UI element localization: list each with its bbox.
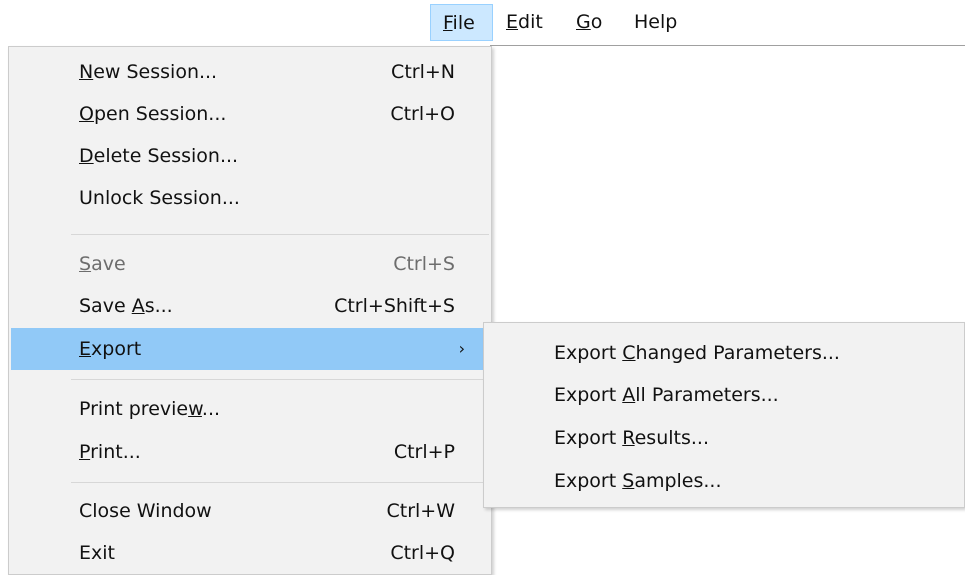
label-accesskey: A xyxy=(622,384,636,406)
label-pre: Export xyxy=(554,427,623,449)
menu-help[interactable]: Help xyxy=(628,4,690,41)
menu-edit-post: dit xyxy=(518,11,543,33)
menu-edit[interactable]: Edit xyxy=(500,4,562,41)
submenu-item-label: Export Samples... xyxy=(554,461,722,501)
label-post: amples... xyxy=(634,470,722,492)
label-accesskey: S xyxy=(622,470,635,492)
label-post: rint... xyxy=(90,441,141,463)
shortcut-text: Ctrl+O xyxy=(390,103,455,125)
menu-go-post: o xyxy=(590,11,603,33)
menu-help-label: Help xyxy=(634,11,678,33)
label-accesskey: O xyxy=(79,103,94,125)
label-accesskey: N xyxy=(79,61,94,83)
label-pre: Print previe xyxy=(79,398,189,420)
menu-item-exit[interactable]: Exit Ctrl+Q xyxy=(11,532,489,574)
label-accesskey: R xyxy=(622,427,635,449)
label-post: ew Session... xyxy=(93,61,218,83)
label-post: s... xyxy=(144,295,173,317)
export-submenu: Export Changed Parameters... Export All … xyxy=(483,322,965,508)
menu-separator xyxy=(71,482,489,483)
chevron-right-icon: › xyxy=(458,339,465,358)
menu-item-label: Close Window xyxy=(79,500,212,522)
submenu-item-export-changed-parameters[interactable]: Export Changed Parameters... xyxy=(486,333,962,373)
submenu-item-label: Export Changed Parameters... xyxy=(554,333,840,373)
menu-item-label: New Session... xyxy=(79,51,217,93)
label-pre: Export xyxy=(554,470,623,492)
label-post: elete Session... xyxy=(93,145,239,167)
label-post: xport xyxy=(91,338,142,360)
shortcut-text: Ctrl+Q xyxy=(390,542,455,564)
menu-item-label: Save As... xyxy=(79,285,173,327)
menu-separator xyxy=(71,234,489,235)
submenu-item-label: Export Results... xyxy=(554,418,709,458)
menu-item-save-as[interactable]: Save As... Ctrl+Shift+S xyxy=(11,285,489,327)
menu-item-label: Unlock Session... xyxy=(79,187,240,209)
menu-item-label: Save xyxy=(79,243,126,285)
label-post: esults... xyxy=(634,427,709,449)
menu-item-print[interactable]: Print... Ctrl+P xyxy=(11,431,489,473)
label-post: ave xyxy=(91,253,126,275)
submenu-item-export-samples[interactable]: Export Samples... xyxy=(486,461,962,501)
menu-item-unlock-session[interactable]: Unlock Session... xyxy=(11,177,489,219)
label-pre: Save xyxy=(79,295,132,317)
label-accesskey: C xyxy=(622,342,636,364)
menu-edit-accesskey: E xyxy=(506,11,519,33)
label-pre: Export xyxy=(554,342,623,364)
menu-bar: File Edit Go Help xyxy=(0,0,965,45)
menu-item-new-session[interactable]: New Session... Ctrl+N xyxy=(11,51,489,93)
label-accesskey: S xyxy=(79,253,92,275)
label-pre: Export xyxy=(554,384,623,406)
shortcut-text: Ctrl+W xyxy=(386,500,455,522)
menu-file-post: ile xyxy=(452,12,475,34)
menu-file[interactable]: File xyxy=(430,4,493,41)
menu-item-delete-session[interactable]: Delete Session... xyxy=(11,135,489,177)
shortcut-text: Ctrl+N xyxy=(391,61,455,83)
shortcut-text: Ctrl+P xyxy=(393,441,455,463)
label-post: ll Parameters... xyxy=(635,384,779,406)
label-accesskey: P xyxy=(79,441,91,463)
submenu-item-export-results[interactable]: Export Results... xyxy=(486,418,962,458)
menu-item-open-session[interactable]: Open Session... Ctrl+O xyxy=(11,93,489,135)
menu-item-label: Exit xyxy=(79,542,115,564)
menu-go[interactable]: Go xyxy=(570,4,618,41)
menu-item-label: Open Session... xyxy=(79,93,226,135)
menu-item-label: Print preview... xyxy=(79,388,220,430)
label-post: ... xyxy=(201,398,221,420)
menu-item-print-preview[interactable]: Print preview... xyxy=(11,388,489,430)
menu-item-export[interactable]: Export › xyxy=(11,328,489,370)
menu-item-label: Export xyxy=(79,328,141,370)
submenu-item-label: Export All Parameters... xyxy=(554,375,779,415)
label-accesskey: D xyxy=(79,145,94,167)
label-post: pen Session... xyxy=(93,103,227,125)
menu-item-close-window[interactable]: Close Window Ctrl+W xyxy=(11,490,489,532)
label-accesskey: A xyxy=(131,295,145,317)
menu-item-label: Print... xyxy=(79,431,141,473)
menu-file-accesskey: F xyxy=(443,12,453,34)
menu-separator xyxy=(71,379,489,380)
submenu-item-export-all-parameters[interactable]: Export All Parameters... xyxy=(486,375,962,415)
label-accesskey: w xyxy=(188,398,202,420)
file-menu: New Session... Ctrl+N Open Session... Ct… xyxy=(8,46,492,575)
shortcut-text: Ctrl+Shift+S xyxy=(334,295,455,317)
label-accesskey: E xyxy=(79,338,92,360)
menu-item-label: Delete Session... xyxy=(79,135,238,177)
menu-go-accesskey: G xyxy=(576,11,591,33)
menu-item-save: Save Ctrl+S xyxy=(11,243,489,285)
label-post: hanged Parameters... xyxy=(635,342,840,364)
shortcut-text: Ctrl+S xyxy=(393,253,455,275)
